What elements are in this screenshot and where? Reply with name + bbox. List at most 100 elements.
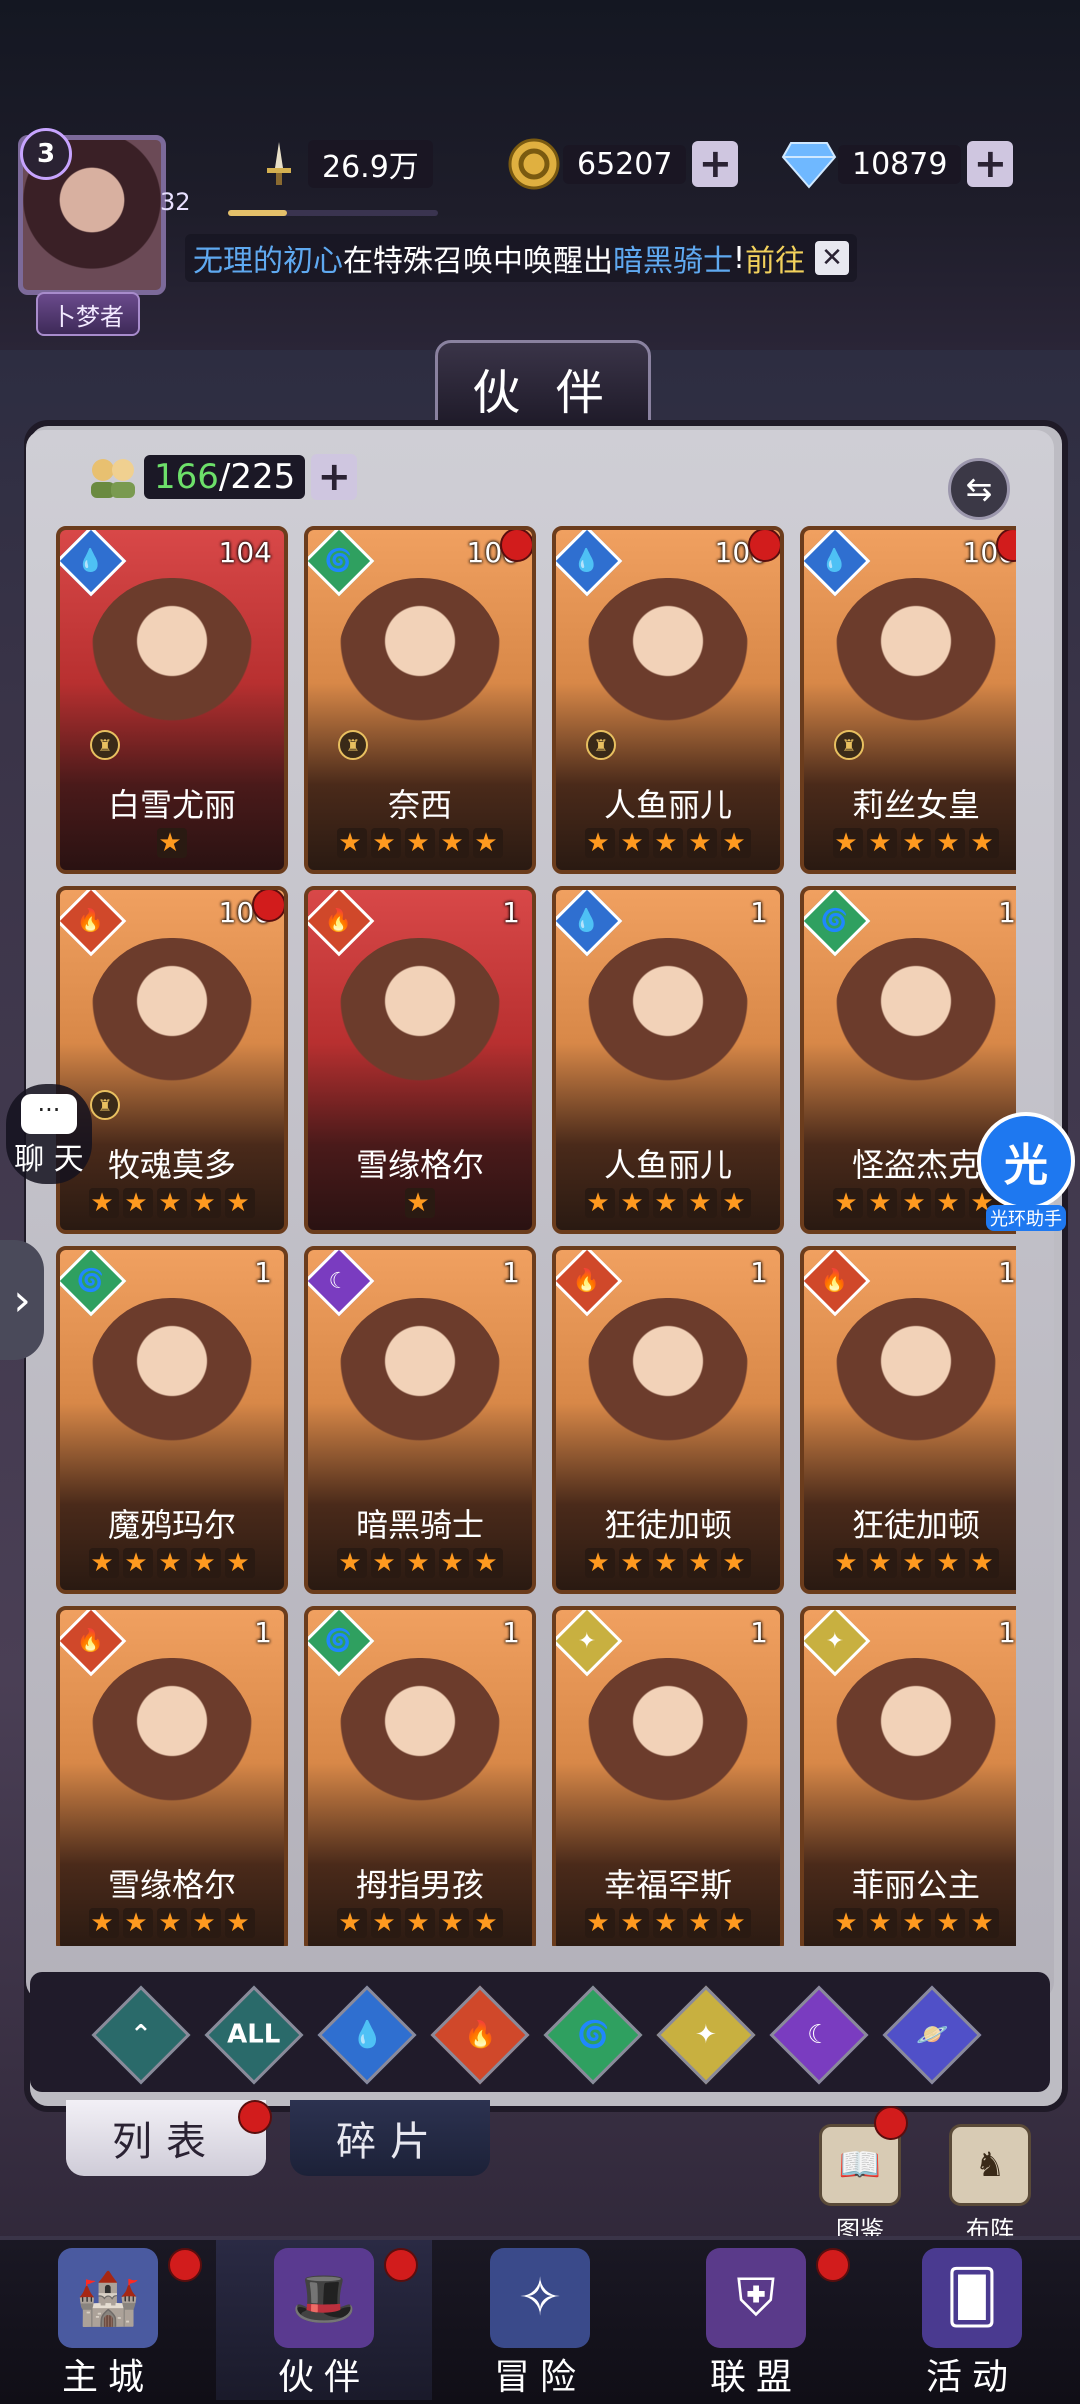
star-icon: ★ (225, 1548, 255, 1578)
star-icon: ★ (157, 1908, 187, 1938)
water-element-icon: 💧 (556, 530, 623, 597)
star-icon: ★ (833, 828, 863, 858)
hero-portrait (586, 1658, 750, 1838)
star-icon: ★ (473, 1548, 503, 1578)
cards-icon: 🂠 (922, 2248, 1022, 2348)
star-icon: ★ (969, 1908, 999, 1938)
encyclopedia-button[interactable]: 📖 图鉴 (810, 2124, 910, 2244)
tab-list[interactable]: 列表 (66, 2100, 266, 2176)
hero-card[interactable]: ✦ 1 菲丽公主 ★ ★ ★ ★ ★ (800, 1606, 1016, 1946)
expand-roster-button[interactable]: + (311, 454, 358, 500)
nav-item-compass[interactable]: ✧ 冒险 (432, 2240, 648, 2400)
hero-name: 雪缘格尔 (107, 1866, 236, 1904)
wind-element-icon: 🌀 (308, 530, 375, 597)
hero-card[interactable]: 🔥 1 狂徒加顿 ★ ★ ★ ★ ★ (552, 1246, 784, 1594)
side-drawer-toggle[interactable]: › (0, 1240, 44, 1360)
hero-card[interactable]: 🔥 1 狂徒加顿 ★ ★ ★ ★ ★ (800, 1246, 1016, 1594)
hero-stars: ★ ★ ★ ★ ★ (60, 1188, 284, 1218)
sort-toggle-button[interactable]: ⇆ (948, 458, 1010, 520)
hero-portrait (90, 578, 254, 758)
hero-stars: ★ ★ ★ ★ ★ (60, 1548, 284, 1578)
notification-dot (748, 530, 780, 562)
add-gold-button[interactable]: + (692, 141, 739, 187)
nav-item-cards[interactable]: 🂠 活动 (864, 2240, 1080, 2400)
tab-fragments[interactable]: 碎片 (290, 2100, 490, 2176)
announcement-player: 无理的初心 (193, 244, 343, 279)
hero-card[interactable]: 🔥 1 雪缘格尔 ★ (304, 886, 536, 1234)
fire-element-icon: 🔥 (60, 890, 127, 957)
sun-icon: ✦ (695, 2019, 717, 2050)
hero-level: 1 (998, 1616, 1016, 1649)
hero-card[interactable]: 🔥 1 雪缘格尔 ★ ★ ★ ★ ★ (56, 1606, 288, 1946)
encyclopedia-notification-dot (874, 2106, 908, 2140)
close-icon[interactable]: ✕ (815, 241, 850, 275)
star-icon: ★ (439, 828, 469, 858)
announcement-go-link[interactable]: 前往 (745, 236, 805, 280)
hero-stars: ★ (308, 1188, 532, 1218)
hero-name: 狂徒加顿 (603, 1506, 732, 1544)
star-icon: ★ (687, 1548, 717, 1578)
hero-level: 1 (750, 1256, 768, 1289)
star-icon: ★ (867, 1908, 897, 1938)
power-display: 26.9万 (250, 138, 433, 190)
hero-card[interactable]: ✦ 1 幸福罕斯 ★ ★ ★ ★ ★ (552, 1606, 784, 1946)
hero-card[interactable]: 💧 100 ♜ 人鱼丽儿 ★ ★ ★ ★ ★ (552, 526, 784, 874)
hero-card[interactable]: 🌀 1 魔鸦玛尔 ★ ★ ★ ★ ★ (56, 1246, 288, 1594)
aura-helper-button[interactable]: 光 光环助手 (976, 1112, 1076, 1231)
hero-name: 人鱼丽儿 (603, 786, 732, 824)
diamond-icon (780, 135, 838, 193)
hero-stars: ★ ★ ★ ★ ★ (308, 1908, 532, 1938)
star-icon: ★ (337, 1908, 367, 1938)
star-icon: ★ (721, 1548, 751, 1578)
announcement-hero: 暗黑骑士 (613, 244, 733, 279)
hero-stars: ★ ★ ★ ★ ★ (308, 828, 532, 858)
player-name: 卜梦者 (36, 292, 140, 336)
hero-name: 人鱼丽儿 (603, 1146, 732, 1184)
companion-icon: 🎩 (274, 2248, 374, 2348)
hero-card[interactable]: 🔥 100 ♜ 牧魂莫多 ★ ★ ★ ★ ★ (56, 886, 288, 1234)
moon-icon: ☾ (807, 2020, 831, 2050)
hero-name: 莉丝女皇 (851, 786, 980, 824)
water-element-icon: 💧 (804, 530, 871, 597)
add-diamond-button[interactable]: + (967, 141, 1014, 187)
star-icon: ★ (833, 1548, 863, 1578)
hero-name: 牧魂莫多 (107, 1146, 236, 1184)
star-icon: ★ (89, 1188, 119, 1218)
hero-card[interactable]: 🌀 1 拇指男孩 ★ ★ ★ ★ ★ (304, 1606, 536, 1946)
chat-button[interactable]: ··· 聊 天 (6, 1084, 92, 1184)
star-icon: ★ (653, 828, 683, 858)
hero-card[interactable]: 🌀 100 ♜ 奈西 ★ ★ ★ ★ ★ (304, 526, 536, 874)
hero-portrait (338, 1658, 502, 1838)
hero-card[interactable]: ☾ 1 暗黑骑士 ★ ★ ★ ★ ★ (304, 1246, 536, 1594)
fire-element-icon: 🔥 (60, 1610, 127, 1677)
star-icon: ★ (935, 1188, 965, 1218)
water-drop-icon: 💧 (350, 2020, 384, 2050)
hero-level: 1 (502, 1616, 520, 1649)
hero-stars: ★ ★ ★ ★ ★ (556, 1908, 780, 1938)
hero-name: 白雪尤丽 (107, 786, 236, 824)
notification-dot (252, 890, 284, 922)
roster-count: 166/225 + (82, 452, 358, 502)
star-icon: ★ (653, 1188, 683, 1218)
star-icon: ★ (191, 1188, 221, 1218)
star-icon: ★ (405, 828, 435, 858)
star-icon: ★ (901, 1188, 931, 1218)
star-icon: ★ (619, 1908, 649, 1938)
hero-name: 奈西 (387, 786, 452, 824)
hero-portrait (338, 578, 502, 758)
hero-name: 雪缘格尔 (355, 1146, 484, 1184)
hero-level: 1 (254, 1616, 272, 1649)
diamond-value: 10879 (838, 144, 962, 184)
light-element-icon: ✦ (556, 1610, 623, 1677)
star-icon: ★ (123, 1548, 153, 1578)
hero-card[interactable]: 💧 100 ♜ 莉丝女皇 ★ ★ ★ ★ ★ (800, 526, 1016, 874)
hero-card[interactable]: 💧 104 ♜ 白雪尤丽 ★ (56, 526, 288, 874)
announcement-ticker[interactable]: 无理的初心 在特殊召唤中唤醒出 暗黑骑士 ! 前往 ✕ (185, 234, 858, 282)
formation-button[interactable]: ♞ 布阵 (940, 2124, 1040, 2244)
hero-portrait (338, 938, 502, 1118)
sword-icon (250, 135, 308, 193)
gold-display: 65207 + (505, 138, 739, 190)
xp-progress-bar (228, 210, 438, 216)
star-icon: ★ (687, 828, 717, 858)
hero-card[interactable]: 💧 1 人鱼丽儿 ★ ★ ★ ★ ★ (552, 886, 784, 1234)
